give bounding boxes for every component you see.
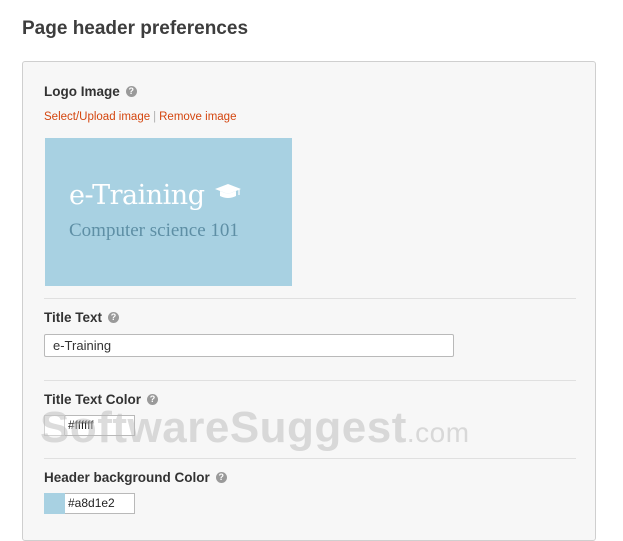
header-bg-color-label: Header background Color bbox=[44, 470, 210, 485]
color-swatch[interactable] bbox=[44, 493, 65, 514]
title-text-input[interactable]: e-Training bbox=[44, 334, 454, 357]
title-text-color-label-row: Title Text Color ? bbox=[44, 392, 159, 407]
color-swatch[interactable] bbox=[44, 415, 65, 436]
header-preferences-panel: Logo Image ? Select/Upload image | Remove … bbox=[22, 61, 596, 541]
help-icon[interactable]: ? bbox=[147, 394, 159, 405]
divider bbox=[44, 458, 576, 459]
link-separator: | bbox=[153, 111, 157, 123]
title-text-label-row: Title Text ? bbox=[44, 310, 120, 325]
logo-preview-image: e-Training Computer science 101 bbox=[45, 138, 292, 286]
divider bbox=[44, 380, 576, 381]
title-text-label: Title Text bbox=[44, 310, 103, 325]
title-text-color-label: Title Text Color bbox=[44, 392, 142, 407]
logo-image-label: Logo Image bbox=[44, 84, 120, 99]
header-bg-color-label-row: Header background Color ? bbox=[44, 470, 227, 485]
graduation-cap-icon bbox=[215, 184, 241, 198]
logo-image-label-row: Logo Image ? bbox=[44, 84, 137, 99]
title-text-color-picker[interactable]: #ffffff bbox=[44, 415, 135, 436]
title-text-color-value[interactable]: #ffffff bbox=[65, 415, 135, 436]
remove-image-link[interactable]: Remove image bbox=[159, 111, 236, 123]
divider bbox=[44, 298, 576, 299]
select-upload-image-link[interactable]: Select/Upload image bbox=[44, 111, 150, 123]
logo-preview-subtitle: Computer science 101 bbox=[69, 220, 239, 241]
page-title: Page header preferences bbox=[22, 18, 249, 39]
help-icon[interactable]: ? bbox=[125, 86, 137, 97]
logo-actions: Select/Upload image | Remove image bbox=[44, 111, 236, 123]
header-bg-color-picker[interactable]: #a8d1e2 bbox=[44, 493, 135, 514]
logo-preview-title: e-Training bbox=[69, 180, 205, 211]
help-icon[interactable]: ? bbox=[215, 472, 227, 483]
help-icon[interactable]: ? bbox=[108, 312, 120, 323]
header-bg-color-value[interactable]: #a8d1e2 bbox=[65, 493, 135, 514]
